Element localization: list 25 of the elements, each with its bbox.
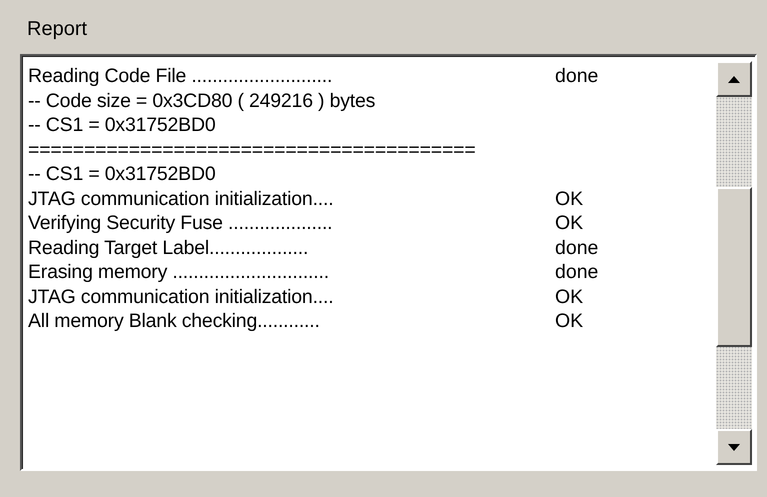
log-status: OK bbox=[555, 309, 584, 334]
scroll-thumb[interactable] bbox=[716, 187, 752, 347]
scroll-up-button[interactable] bbox=[716, 61, 752, 97]
scroll-down-button[interactable] bbox=[716, 429, 752, 465]
log-status: OK bbox=[555, 211, 584, 236]
scrollbar[interactable] bbox=[716, 61, 752, 465]
log-line: Reading Target Label................... bbox=[28, 236, 310, 260]
log-line: -- CS1 = 0x31752BD0 bbox=[28, 113, 217, 138]
log-line: ======================================== bbox=[28, 138, 477, 162]
log-line: -- Code size = 0x3CD80 ( 249216 ) bytes bbox=[28, 88, 376, 113]
log-status: OK bbox=[555, 284, 584, 309]
log-line: Erasing memory .............................. bbox=[28, 260, 330, 284]
log-status: done bbox=[555, 236, 600, 260]
log-status: done bbox=[555, 260, 600, 284]
log-line: JTAG communication initialization.... bbox=[28, 186, 334, 211]
log-status: done bbox=[555, 64, 600, 88]
group-title: Report bbox=[27, 17, 88, 42]
log-line: JTAG communication initialization.... bbox=[28, 284, 334, 309]
log-status: OK bbox=[555, 186, 584, 211]
log-line: All memory Blank checking............ bbox=[28, 309, 321, 334]
log-line: -- CS1 = 0x31752BD0 bbox=[28, 162, 217, 186]
log-line: Reading Code File ........................... bbox=[28, 64, 334, 88]
log-line: Verifying Security Fuse .................... bbox=[28, 211, 334, 236]
up-arrow-icon bbox=[728, 76, 740, 82]
down-arrow-icon bbox=[728, 444, 740, 450]
